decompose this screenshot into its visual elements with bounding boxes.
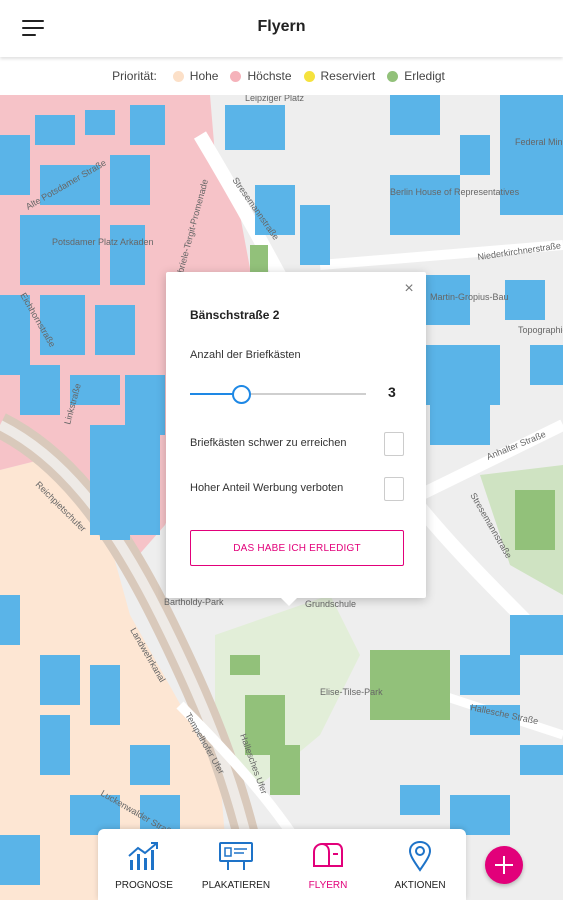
nav-item-plakatieren[interactable]: PLAKATIEREN xyxy=(190,829,282,900)
label-leipziger-platz: Leipziger Platz xyxy=(245,95,305,103)
location-pin-icon xyxy=(408,840,432,872)
nav-label: AKTIONEN xyxy=(394,880,446,891)
bottom-navigation: PROGNOSE PLAKATIEREN FLYERN AKTIONEN xyxy=(98,829,466,900)
mailbox-icon xyxy=(313,843,343,867)
legend-item-hoechste: Höchste xyxy=(230,69,292,83)
nav-item-flyern[interactable]: FLYERN xyxy=(282,829,374,900)
legend-item-label: Höchste xyxy=(247,69,292,83)
page-title: Flyern xyxy=(257,18,306,35)
checkbox-row-no-ads: Hoher Anteil Werbung verboten xyxy=(190,477,404,501)
nav-label: PROGNOSE xyxy=(115,880,173,891)
legend-item-label: Erledigt xyxy=(404,69,445,83)
legend-item-label: Reserviert xyxy=(320,69,376,83)
address-popup: × Bänschstraße 2 Anzahl der Briefkästen … xyxy=(166,272,426,606)
hard-to-reach-checkbox[interactable] xyxy=(384,432,404,456)
mailbox-count-value: 3 xyxy=(388,384,396,400)
nav-item-prognose[interactable]: PROGNOSE xyxy=(98,829,190,900)
label-grundschule: Grundschule xyxy=(305,599,356,609)
legend-dot-icon xyxy=(303,70,315,82)
nav-label: FLYERN xyxy=(308,880,348,891)
checkbox-row-hard-to-reach: Briefkästen schwer zu erreichen xyxy=(190,432,404,456)
label-gropius: Martin-Gropius-Bau xyxy=(430,292,509,302)
add-button[interactable] xyxy=(485,846,523,884)
popup-title: Bänschstraße 2 xyxy=(190,308,280,322)
nav-label: PLAKATIEREN xyxy=(201,880,271,891)
label-anhalter: Anhalter Straße xyxy=(485,429,547,462)
close-icon[interactable]: × xyxy=(402,281,416,297)
legend-dot-icon xyxy=(172,70,184,82)
legend-item-label: Hohe xyxy=(189,69,219,83)
label-elise-tilse: Elise-Tilse-Park xyxy=(320,687,383,697)
label-bartholdy: Bartholdy-Park xyxy=(164,597,224,607)
billboard-icon xyxy=(219,842,253,870)
mailbox-count-label: Anzahl der Briefkästen xyxy=(190,349,301,361)
slider-thumb[interactable] xyxy=(232,385,251,404)
legend-dot-icon xyxy=(387,70,399,82)
label-representatives: Berlin House of Representatives xyxy=(390,187,520,197)
checkbox-label: Briefkästen schwer zu erreichen xyxy=(190,437,347,449)
label-topographie: Topographie des Terrors xyxy=(518,325,563,335)
label-finance: Federal Ministry of Finance xyxy=(515,137,563,147)
legend-item-reserviert: Reserviert xyxy=(303,69,376,83)
chart-icon xyxy=(128,842,158,870)
done-button[interactable]: DAS HABE ICH ERLEDIGT xyxy=(190,530,404,566)
no-ads-checkbox[interactable] xyxy=(384,477,404,501)
legend-item-erledigt: Erledigt xyxy=(387,69,445,83)
app-header: Flyern xyxy=(0,0,563,57)
mailbox-count-slider[interactable] xyxy=(190,385,366,404)
legend-dot-icon xyxy=(230,70,242,82)
label-arkaden: Potsdamer Platz Arkaden xyxy=(52,237,154,247)
legend-label: Priorität: xyxy=(112,69,157,83)
nav-item-aktionen[interactable]: AKTIONEN xyxy=(374,829,466,900)
checkbox-label: Hoher Anteil Werbung verboten xyxy=(190,482,344,494)
legend-item-hohe: Hohe xyxy=(172,69,219,83)
priority-legend: Priorität: Hohe Höchste Reserviert Erled… xyxy=(0,57,563,95)
